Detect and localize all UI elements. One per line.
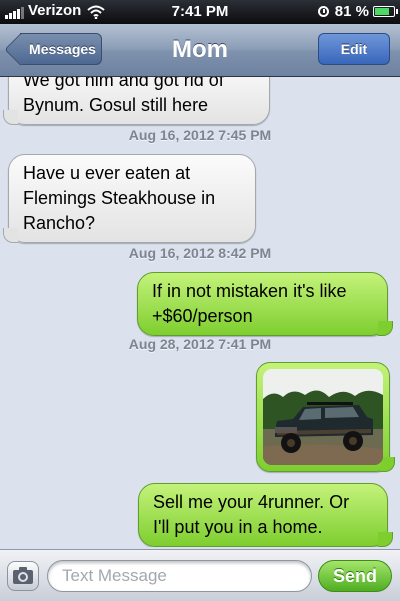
bubble-tail: [378, 532, 393, 547]
status-bar: Verizon 7:41 PM 81 %: [0, 0, 400, 24]
edit-button[interactable]: Edit: [318, 33, 390, 65]
outgoing-message[interactable]: Sell me your 4runner. Or I'll put you in…: [138, 483, 393, 547]
camera-icon: [13, 567, 33, 584]
back-button-label: Messages: [29, 41, 96, 57]
battery-icon: [373, 6, 398, 17]
truck-photo[interactable]: [263, 369, 383, 465]
message-list[interactable]: We got him and got rid of Bynum. Gosul s…: [0, 77, 400, 547]
bubble-tail: [378, 321, 393, 336]
send-button[interactable]: Send: [318, 560, 392, 592]
composer-bar: Send: [0, 549, 400, 601]
message-text: Sell me your 4runner. Or I'll put you in…: [153, 492, 350, 537]
bubble-tail: [3, 228, 18, 243]
message-text: If in not mistaken it's like +$60/person: [152, 281, 347, 326]
message-text: We got him and got rid of Bynum. Gosul s…: [23, 77, 224, 115]
message-text: Have u ever eaten at Flemings Steakhouse…: [23, 163, 216, 233]
bubble-tail: [3, 110, 18, 125]
incoming-message[interactable]: Have u ever eaten at Flemings Steakhouse…: [3, 154, 256, 243]
incoming-message[interactable]: We got him and got rid of Bynum. Gosul s…: [3, 77, 270, 125]
timestamp: Aug 16, 2012 7:45 PM: [128, 127, 272, 143]
outgoing-photo-message[interactable]: [256, 362, 395, 472]
message-input[interactable]: [47, 560, 312, 592]
timestamp: Aug 16, 2012 8:42 PM: [128, 245, 272, 261]
alarm-clock-icon: [317, 6, 329, 17]
navigation-bar: Messages Mom Edit: [0, 24, 400, 77]
outgoing-message[interactable]: If in not mistaken it's like +$60/person: [137, 272, 393, 336]
battery-percent: 81 %: [334, 3, 369, 20]
truck-photo-illustration: [263, 369, 383, 465]
status-right: 81 %: [317, 3, 398, 20]
battery-level: [375, 8, 389, 15]
camera-button[interactable]: [7, 561, 39, 591]
timestamp: Aug 28, 2012 7:41 PM: [128, 336, 272, 352]
